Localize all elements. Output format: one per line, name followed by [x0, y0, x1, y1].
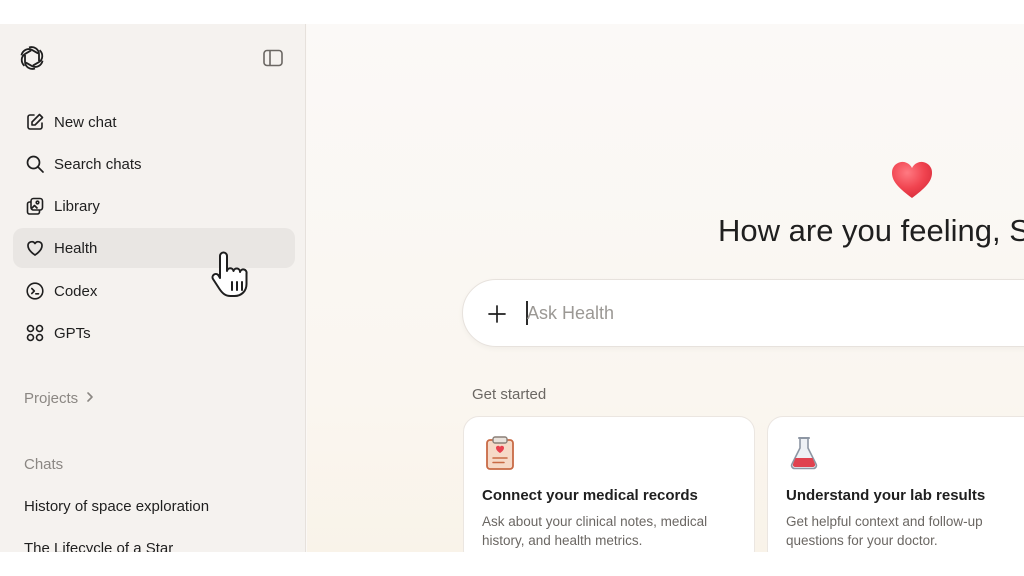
projects-label: Projects: [24, 390, 79, 407]
card-description: Get helpful context and follow-up questi…: [786, 514, 983, 548]
card-title: Understand your lab results: [786, 487, 986, 504]
codex-icon: [25, 281, 45, 301]
chats-section-header: Chats: [24, 456, 63, 473]
sidebar-item-label: Library: [54, 197, 100, 215]
sidebar-item-label: GPTs: [54, 324, 91, 342]
search-icon: [25, 154, 45, 174]
get-started-label: Get started: [472, 386, 547, 403]
flask-icon: [788, 435, 820, 471]
grid-circles-icon: [25, 323, 45, 343]
sidebar-item-label: Health: [54, 239, 98, 257]
heart-outline-icon: [25, 238, 45, 258]
sidebar: New chat Search chats Library Health Cod…: [0, 24, 306, 552]
sidebar-item-label: New chat: [54, 113, 117, 131]
sidebar-item-new-chat[interactable]: New chat: [13, 102, 295, 142]
card-title: Connect your medical records: [482, 487, 698, 504]
clipboard-icon: [484, 435, 516, 471]
sidebar-item-label: Codex: [54, 282, 98, 300]
hand-pointer-cursor-icon: [210, 250, 256, 300]
sidebar-item-search-chats[interactable]: Search chats: [13, 144, 295, 184]
projects-section-header[interactable]: Projects: [24, 390, 94, 407]
library-icon: [25, 196, 45, 216]
plus-icon[interactable]: [487, 304, 507, 324]
chevron-right-icon: [86, 390, 94, 407]
card-description: Ask about your clinical notes, medical h…: [482, 514, 708, 548]
chats-label: Chats: [24, 456, 64, 473]
ask-health-input[interactable]: [527, 298, 1007, 328]
chat-history-item[interactable]: History of space exploration: [24, 498, 209, 515]
sidebar-item-library[interactable]: Library: [13, 186, 295, 226]
heart-icon: [890, 160, 934, 200]
suggestion-card-medical-records[interactable]: Connect your medical records Ask about y…: [463, 416, 755, 552]
suggestion-card-lab-results[interactable]: Understand your lab results Get helpful …: [767, 416, 1024, 552]
main-content: How are you feeling, S Get started: [307, 24, 1024, 552]
page-title: How are you feeling, S: [718, 213, 1024, 248]
sidebar-item-gpts[interactable]: GPTs: [13, 313, 295, 353]
openai-logo-icon[interactable]: [18, 44, 46, 72]
pencil-square-icon: [25, 112, 45, 132]
chat-history-item[interactable]: The Lifecycle of a Star: [24, 540, 173, 552]
app-window: New chat Search chats Library Health Cod…: [0, 0, 1024, 576]
bottom-margin: [0, 552, 1024, 576]
top-margin: [0, 0, 1024, 24]
sidebar-toggle-icon[interactable]: [262, 48, 284, 68]
sidebar-item-label: Search chats: [54, 155, 142, 173]
chat-composer[interactable]: [462, 279, 1024, 347]
